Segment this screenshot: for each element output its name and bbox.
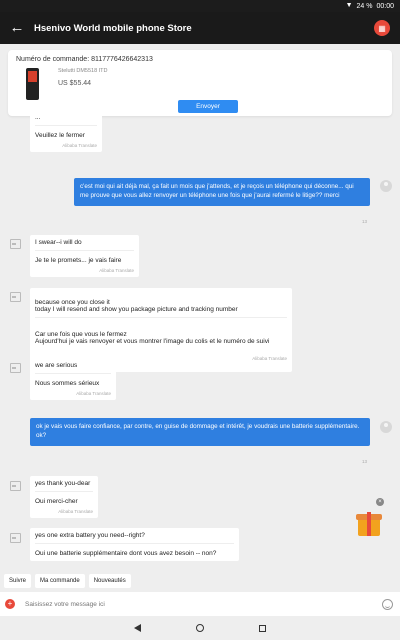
quick-reply-track[interactable]: Suivre bbox=[4, 574, 32, 588]
plus-icon[interactable]: + bbox=[5, 599, 15, 609]
user-avatar bbox=[380, 180, 392, 192]
close-icon[interactable]: × bbox=[376, 498, 384, 506]
battery-level: 24 % bbox=[356, 2, 373, 10]
emoji-icon[interactable] bbox=[382, 598, 393, 610]
product-price: US $55.44 bbox=[58, 80, 92, 87]
page-title: Hsenivo World mobile phone Store bbox=[34, 22, 192, 34]
seller-avatar-icon bbox=[9, 291, 21, 302]
message-time: 13 bbox=[362, 459, 368, 464]
message-translation: Veuillez le fermer bbox=[35, 132, 85, 139]
send-order-button[interactable]: Envoyer bbox=[178, 100, 238, 113]
quick-reply-my-order[interactable]: Ma commande bbox=[35, 574, 85, 588]
user-avatar bbox=[380, 421, 392, 433]
clock: 00:00 bbox=[376, 2, 394, 10]
seller-avatar-icon bbox=[9, 532, 21, 543]
back-arrow-icon[interactable]: ← bbox=[0, 12, 34, 44]
message-translation: Nous sommes sérieux bbox=[35, 380, 100, 387]
message-incoming[interactable]: yes thank you-dear Oui merci-cher Alibab… bbox=[30, 476, 98, 518]
message-incoming[interactable]: yes one extra battery you need--right? O… bbox=[30, 528, 239, 561]
signal-icon: ▼ bbox=[345, 2, 353, 9]
store-icon[interactable]: ▦ bbox=[374, 20, 390, 36]
product-name: Stelutti DM5518 ITD bbox=[58, 68, 108, 74]
status-bar: ▼ 24 % 00:00 bbox=[0, 0, 400, 12]
message-original: yes one extra battery you need--right? bbox=[35, 532, 234, 544]
system-nav-bar bbox=[0, 616, 400, 640]
nav-recent-icon[interactable] bbox=[259, 624, 266, 632]
order-card: Numéro de commande: 8117776426642313 Ste… bbox=[8, 50, 392, 116]
message-composer: + bbox=[0, 592, 400, 616]
message-incoming[interactable]: we are serious Nous sommes sérieux Aliba… bbox=[30, 358, 116, 400]
message-input[interactable] bbox=[25, 600, 382, 608]
product-thumbnail[interactable] bbox=[18, 66, 46, 104]
nav-back-icon[interactable] bbox=[134, 624, 141, 632]
chat-thread[interactable]: ... Veuillez le fermer Alibaba Translate… bbox=[0, 116, 400, 568]
message-translation: Car une fois que vous le fermez Aujourd'… bbox=[35, 331, 270, 345]
message-original: ... bbox=[35, 116, 97, 126]
message-translation: Je te le promets... je vais faire bbox=[35, 257, 122, 264]
translation-credit: Alibaba Translate bbox=[62, 143, 97, 148]
seller-avatar-icon bbox=[9, 238, 21, 249]
gift-icon[interactable]: × bbox=[352, 498, 386, 542]
message-outgoing[interactable]: c'est moi qui ait déjà mal, ça fait un m… bbox=[74, 178, 370, 206]
order-number: Numéro de commande: 8117776426642313 bbox=[16, 56, 153, 63]
translation-credit: Alibaba Translate bbox=[76, 391, 111, 396]
seller-avatar-icon bbox=[9, 362, 21, 373]
nav-home-icon[interactable] bbox=[196, 624, 204, 632]
message-incoming[interactable]: I swear--i will do Je te le promets... j… bbox=[30, 235, 139, 277]
message-translation: Oui merci-cher bbox=[35, 498, 78, 505]
message-incoming[interactable]: ... Veuillez le fermer Alibaba Translate bbox=[30, 116, 102, 152]
translation-credit: Alibaba Translate bbox=[99, 268, 134, 273]
message-original: we are serious bbox=[35, 362, 111, 374]
message-original: I swear--i will do bbox=[35, 239, 134, 251]
message-original: yes thank you-dear bbox=[35, 480, 93, 492]
message-outgoing[interactable]: ok je vais vous faire confiance, par con… bbox=[30, 418, 370, 446]
app-bar: ← Hsenivo World mobile phone Store ▦ bbox=[0, 12, 400, 44]
seller-avatar-icon bbox=[9, 480, 21, 491]
message-translation: Oui une batterie supplémentaire dont vou… bbox=[35, 550, 217, 557]
translation-credit: Alibaba Translate bbox=[58, 509, 93, 514]
quick-reply-new-arrivals[interactable]: Nouveautés bbox=[88, 574, 131, 588]
quick-replies: Suivre Ma commande Nouveautés bbox=[0, 571, 400, 591]
message-original: because once you close it today I will r… bbox=[35, 299, 287, 318]
message-time: 13 bbox=[362, 219, 368, 224]
